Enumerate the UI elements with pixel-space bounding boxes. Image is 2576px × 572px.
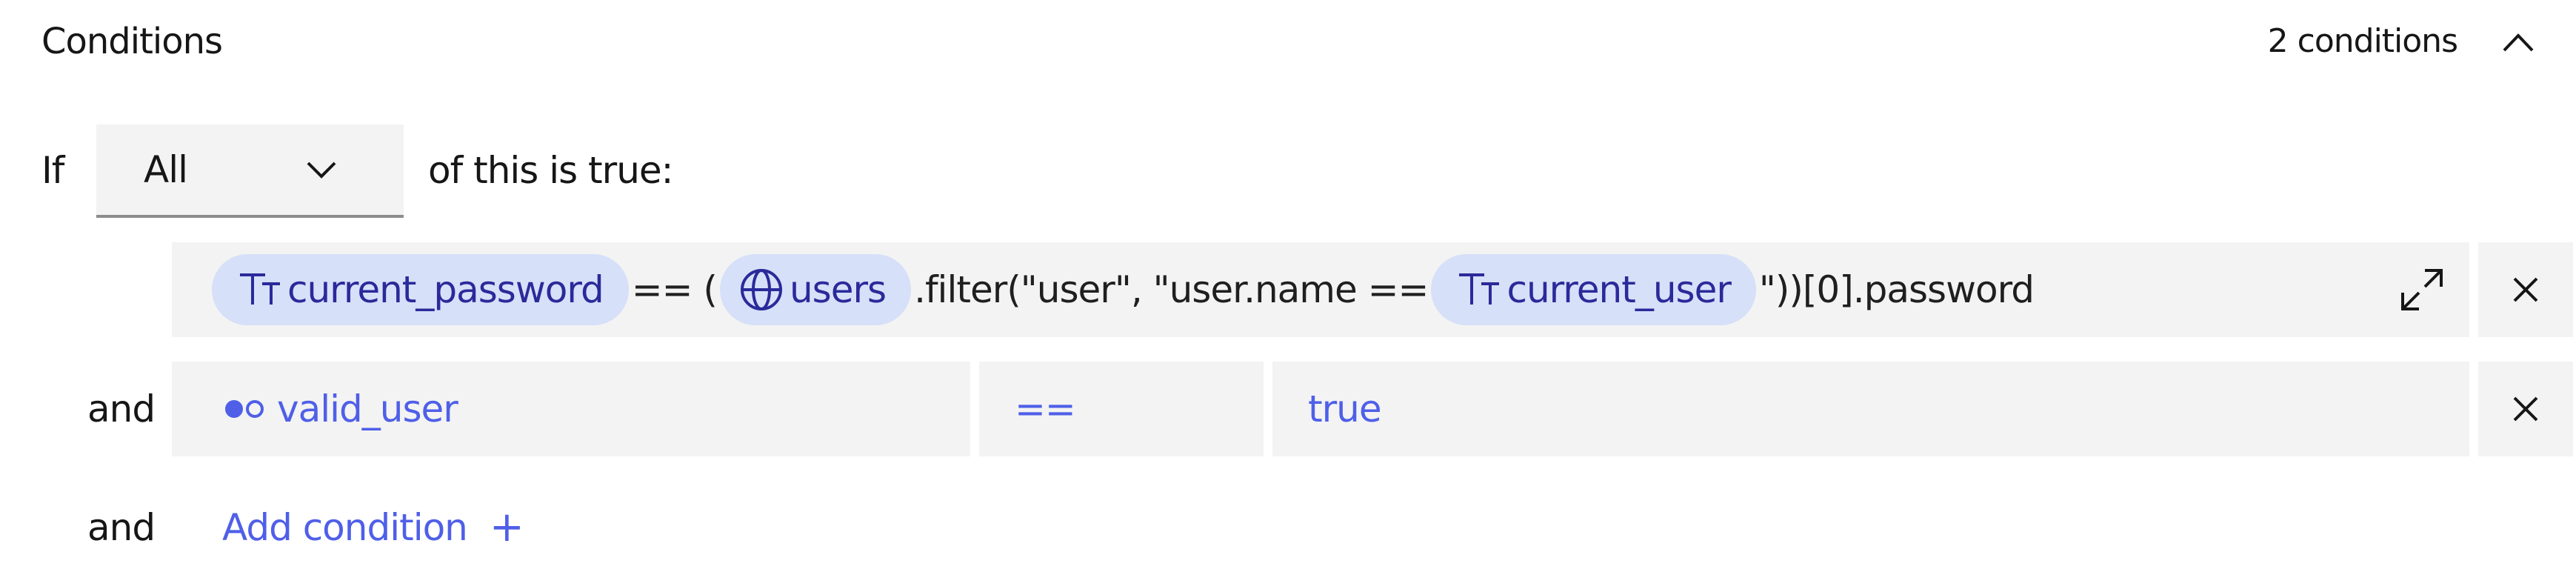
text-type-icon <box>238 272 281 307</box>
variable-label: current_user <box>1506 268 1731 311</box>
expression-text: .filter("user", "user.name == <box>914 268 1429 311</box>
condition-expression-field[interactable]: current_password == ( users .filter("use… <box>172 242 2469 337</box>
variable-pill-users[interactable]: users <box>719 254 912 325</box>
variable-pill-current-user[interactable]: current_user <box>1431 254 1756 325</box>
variable-pill-current-password[interactable]: current_password <box>212 254 629 325</box>
expand-icon <box>2401 269 2443 310</box>
left-operand-label: valid_user <box>277 388 458 430</box>
plus-icon: + <box>489 503 524 551</box>
add-condition-label: Add condition <box>222 506 468 549</box>
condition-operator-select[interactable]: == <box>979 362 1264 456</box>
expression-text: == ( <box>631 268 718 311</box>
chevron-down-icon <box>307 162 336 179</box>
match-suffix: of this is true: <box>428 149 674 192</box>
remove-condition-2-button[interactable] <box>2478 362 2573 456</box>
chevron-up-icon <box>2503 33 2534 52</box>
close-icon <box>2513 277 2538 302</box>
add-condition-button[interactable]: Add condition + <box>222 504 524 551</box>
section-title: Conditions <box>41 21 223 62</box>
if-label: If <box>41 149 64 192</box>
condition-left-operand[interactable]: valid_user <box>172 362 970 456</box>
globe-icon <box>739 267 784 312</box>
connector-label: and <box>87 388 156 430</box>
expression-text: "))[0].password <box>1758 268 2035 311</box>
condition-right-operand[interactable]: true <box>1272 362 2469 456</box>
connector-label: and <box>87 506 156 549</box>
remove-condition-1-button[interactable] <box>2478 242 2573 337</box>
match-dropdown[interactable]: All <box>96 124 404 218</box>
variable-label: current_password <box>287 268 604 311</box>
conditions-count: 2 conditions <box>2267 22 2458 60</box>
match-dropdown-value: All <box>144 148 188 191</box>
expand-button[interactable] <box>2398 266 2446 313</box>
collapse-button[interactable] <box>2496 19 2540 64</box>
boolean-icon <box>224 398 267 420</box>
variable-label: users <box>789 268 887 311</box>
text-type-icon <box>1458 272 1501 307</box>
close-icon <box>2513 396 2538 422</box>
right-operand-label: true <box>1308 388 1382 430</box>
operator-label: == <box>1015 388 1076 430</box>
